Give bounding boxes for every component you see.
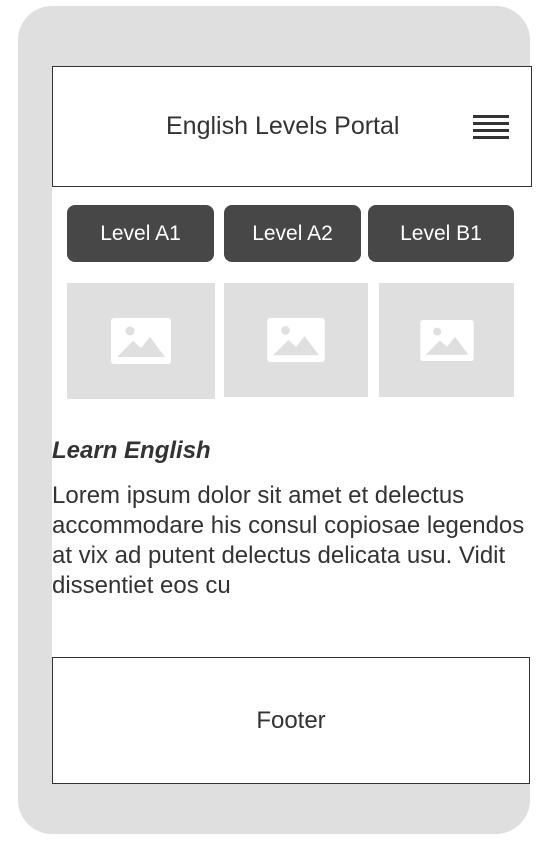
image-placeholder-icon	[419, 319, 474, 361]
image-placeholder-1[interactable]	[67, 283, 215, 399]
footer-label: Footer	[256, 706, 326, 734]
image-placeholder-icon	[111, 318, 171, 364]
device-frame: English Levels Portal Level A1 Level A2 …	[18, 6, 532, 834]
footer: Footer	[52, 657, 530, 784]
section-heading: Learn English	[52, 437, 211, 464]
app-header: English Levels Portal	[52, 66, 532, 187]
level-b1-button[interactable]: Level B1	[368, 205, 514, 262]
level-a1-button[interactable]: Level A1	[67, 205, 214, 262]
body-paragraph: Lorem ipsum dolor sit amet et delectus a…	[52, 482, 525, 599]
page-title: English Levels Portal	[166, 112, 400, 140]
image-placeholder-2[interactable]	[224, 283, 368, 397]
image-placeholder-3[interactable]	[379, 283, 514, 397]
screen: English Levels Portal Level A1 Level A2 …	[52, 66, 532, 784]
hamburger-menu-icon[interactable]	[473, 115, 509, 141]
level-a2-button[interactable]: Level A2	[224, 205, 361, 262]
image-placeholder-icon	[267, 318, 325, 362]
